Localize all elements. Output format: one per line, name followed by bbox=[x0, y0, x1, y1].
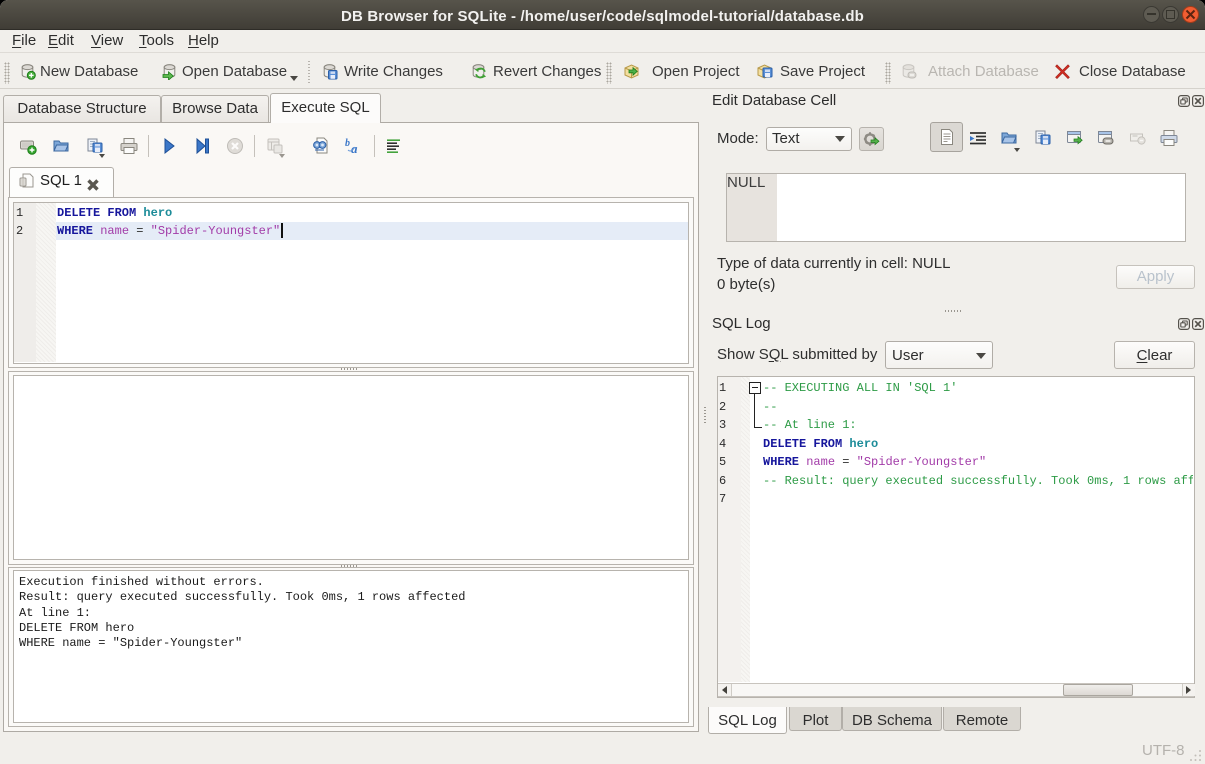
svg-text:b: b bbox=[345, 138, 350, 149]
